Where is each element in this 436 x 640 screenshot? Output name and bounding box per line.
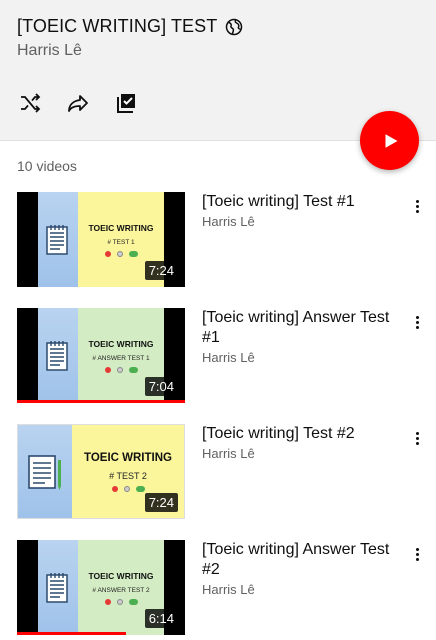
more-options-button[interactable]	[410, 428, 424, 448]
share-button[interactable]	[65, 90, 91, 116]
thumb-subheading: # ANSWER TEST 1	[92, 354, 150, 362]
video-thumbnail[interactable]: TOEIC WRITING # TEST 2 7:24	[17, 424, 185, 519]
duration-badge: 7:04	[144, 377, 178, 396]
video-channel: Harris Lê	[202, 214, 255, 229]
list-item[interactable]: TOEIC WRITING # ANSWER TEST 2 6:14 [Toei…	[0, 540, 436, 640]
globe-icon	[226, 18, 243, 35]
social-icons	[102, 366, 141, 373]
social-icons	[102, 598, 141, 605]
video-title[interactable]: [Toeic writing] Answer Test #1	[202, 308, 402, 348]
shuffle-icon	[21, 93, 41, 113]
more-options-button[interactable]	[410, 544, 424, 564]
thumb-heading: TOEIC WRITING	[88, 338, 154, 349]
thumb-heading: TOEIC WRITING	[88, 222, 154, 233]
save-playlist-button[interactable]	[113, 90, 139, 116]
video-channel: Harris Lê	[202, 350, 255, 365]
video-title[interactable]: [Toeic writing] Test #1	[202, 192, 402, 212]
video-channel: Harris Lê	[202, 582, 255, 597]
save-playlist-icon	[117, 94, 135, 113]
notepad-icon	[38, 308, 78, 403]
notepad-icon	[38, 540, 78, 635]
video-thumbnail[interactable]: TOEIC WRITING # ANSWER TEST 1 7:04	[17, 308, 185, 403]
playlist-actions	[17, 90, 161, 116]
thumb-subheading: # TEST 2	[109, 470, 147, 481]
duration-badge: 7:24	[144, 261, 178, 280]
video-title[interactable]: [Toeic writing] Answer Test #2	[202, 540, 402, 580]
list-item[interactable]: TOEIC WRITING # TEST 2 7:24 [Toeic writi…	[0, 424, 436, 524]
video-thumbnail[interactable]: TOEIC WRITING # ANSWER TEST 2 6:14	[17, 540, 185, 635]
watch-progress-bar	[17, 400, 185, 403]
play-icon	[385, 133, 397, 148]
duration-badge: 6:14	[144, 609, 178, 628]
video-channel: Harris Lê	[202, 446, 255, 461]
video-thumbnail[interactable]: TOEIC WRITING # TEST 1 7:24	[17, 192, 185, 287]
more-options-button[interactable]	[410, 312, 424, 332]
social-icons	[109, 485, 148, 492]
thumb-heading: TOEIC WRITING	[88, 570, 154, 581]
notepad-icon	[18, 425, 72, 518]
video-title[interactable]: [Toeic writing] Test #2	[202, 424, 402, 444]
playlist-title-row: [TOEIC WRITING] TEST	[17, 16, 243, 37]
thumb-subheading: # TEST 1	[107, 238, 135, 246]
list-item[interactable]: TOEIC WRITING # TEST 1 7:24 [Toeic writi…	[0, 192, 436, 292]
shuffle-button[interactable]	[17, 90, 43, 116]
thumb-heading: TOEIC WRITING	[84, 451, 172, 464]
duration-badge: 7:24	[144, 493, 178, 512]
watch-progress-bar	[17, 632, 127, 635]
share-icon	[68, 95, 88, 112]
video-count: 10 videos	[17, 158, 77, 174]
playlist-owner[interactable]: Harris Lê	[17, 42, 82, 60]
thumb-subheading: # ANSWER TEST 2	[92, 586, 150, 594]
list-item[interactable]: TOEIC WRITING # ANSWER TEST 1 7:04 [Toei…	[0, 308, 436, 408]
notepad-icon	[38, 192, 78, 287]
social-icons	[102, 250, 141, 257]
more-options-button[interactable]	[410, 196, 424, 216]
playlist-title: [TOEIC WRITING] TEST	[17, 16, 218, 36]
play-all-button[interactable]	[360, 111, 419, 170]
